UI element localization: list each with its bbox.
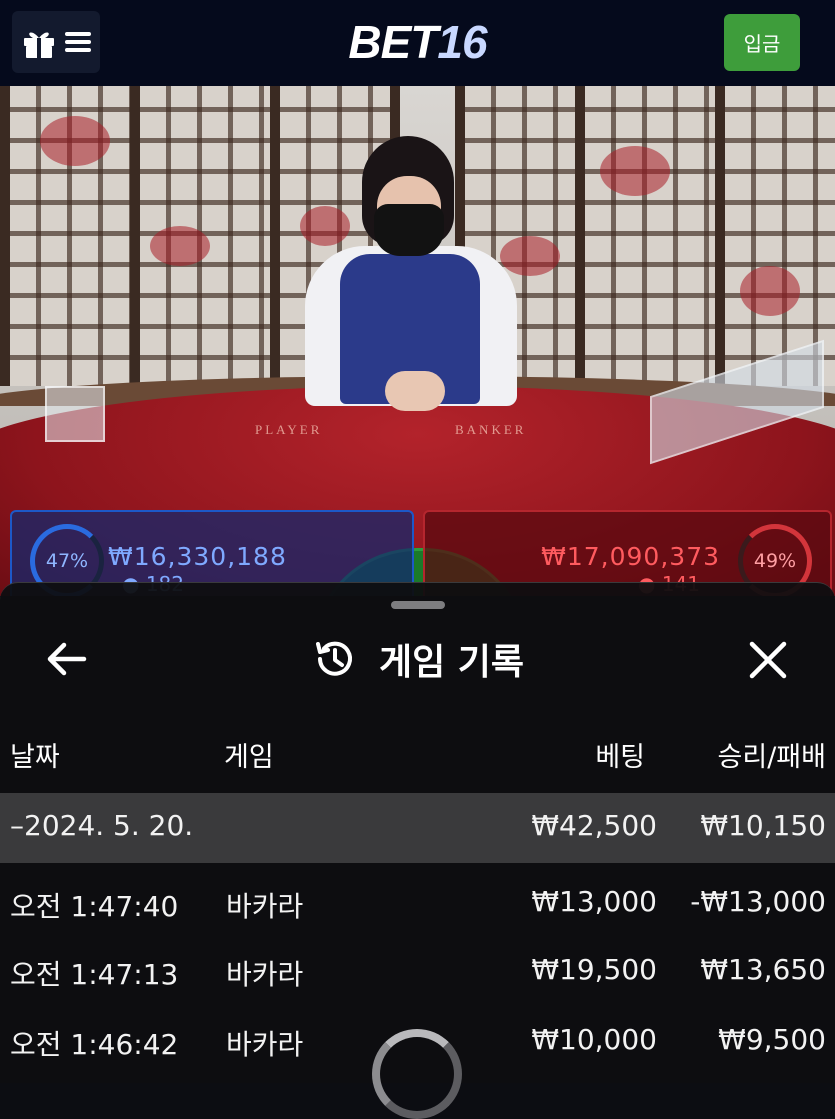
close-button[interactable] — [745, 637, 791, 683]
decor-blossom — [740, 266, 800, 316]
sheet-drag-handle[interactable] — [391, 601, 445, 609]
row-game: 바카라 — [226, 1028, 304, 1061]
date-group-date: –2024. 5. 20. — [10, 809, 194, 842]
column-header-game: 게임 — [224, 742, 274, 773]
row-game: 바카라 — [226, 958, 304, 991]
close-icon — [749, 641, 787, 679]
table-label-banker: BANKER — [455, 422, 527, 437]
date-group-bet-total: ₩42,500 — [531, 809, 657, 842]
row-bet: ₩13,000 — [531, 885, 657, 918]
row-game: 바카라 — [226, 890, 304, 923]
row-bet: ₩19,500 — [531, 953, 657, 986]
card-holder — [45, 386, 105, 442]
date-group-row[interactable]: –2024. 5. 20. ₩42,500 ₩10,150 — [0, 793, 835, 863]
row-result: ₩13,650 — [700, 953, 826, 986]
logo-text-number: 16 — [437, 16, 487, 68]
decor-blossom — [300, 206, 350, 246]
row-time: 오전 1:47:40 — [10, 890, 179, 923]
decor-blossom — [600, 146, 670, 196]
history-row[interactable]: 오전 1:47:40 바카라 ₩13,000 -₩13,000 — [0, 869, 835, 935]
row-bet: ₩10,000 — [531, 1023, 657, 1056]
row-result: ₩9,500 — [718, 1023, 826, 1056]
player-total-amount: ₩16,330,188 — [108, 542, 287, 571]
logo-text-main: BET — [348, 16, 438, 68]
dealer-hands — [385, 371, 445, 411]
decor-screen-panel — [575, 86, 725, 386]
date-group-result-total: ₩10,150 — [700, 809, 826, 842]
dealer-mask — [374, 204, 444, 256]
deposit-button[interactable]: 입금 — [724, 14, 800, 71]
sheet-title: 게임 기록 — [378, 642, 524, 683]
top-bar: BET16 입금 — [0, 0, 835, 87]
row-time: 오전 1:46:42 — [10, 1028, 179, 1061]
row-result: -₩13,000 — [690, 885, 826, 918]
table-label-player: PLAYER — [255, 422, 323, 437]
decor-blossom — [40, 116, 110, 166]
column-header-bet: 베팅 — [595, 742, 645, 773]
banker-total-amount: ₩17,090,373 — [541, 542, 720, 571]
live-dealer-video: PLAYER BANKER 47% ₩16,330,188 ● 182 ₩17,… — [0, 86, 835, 596]
loading-spinner — [372, 1029, 462, 1119]
game-history-sheet: 게임 기록 날짜 게임 베팅 승리/패배 –2024. 5. 20. ₩42,5… — [0, 582, 835, 1119]
brand-logo[interactable]: BET16 — [0, 14, 835, 70]
row-time: 오전 1:47:13 — [10, 958, 179, 991]
column-header-date: 날짜 — [10, 742, 60, 773]
sheet-header: 게임 기록 — [0, 631, 835, 687]
decor-blossom — [500, 236, 560, 276]
column-header-result: 승리/패배 — [717, 742, 826, 773]
history-row[interactable]: 오전 1:47:13 바카라 ₩19,500 ₩13,650 — [0, 937, 835, 1003]
history-icon — [315, 641, 352, 676]
decor-blossom — [150, 226, 210, 266]
